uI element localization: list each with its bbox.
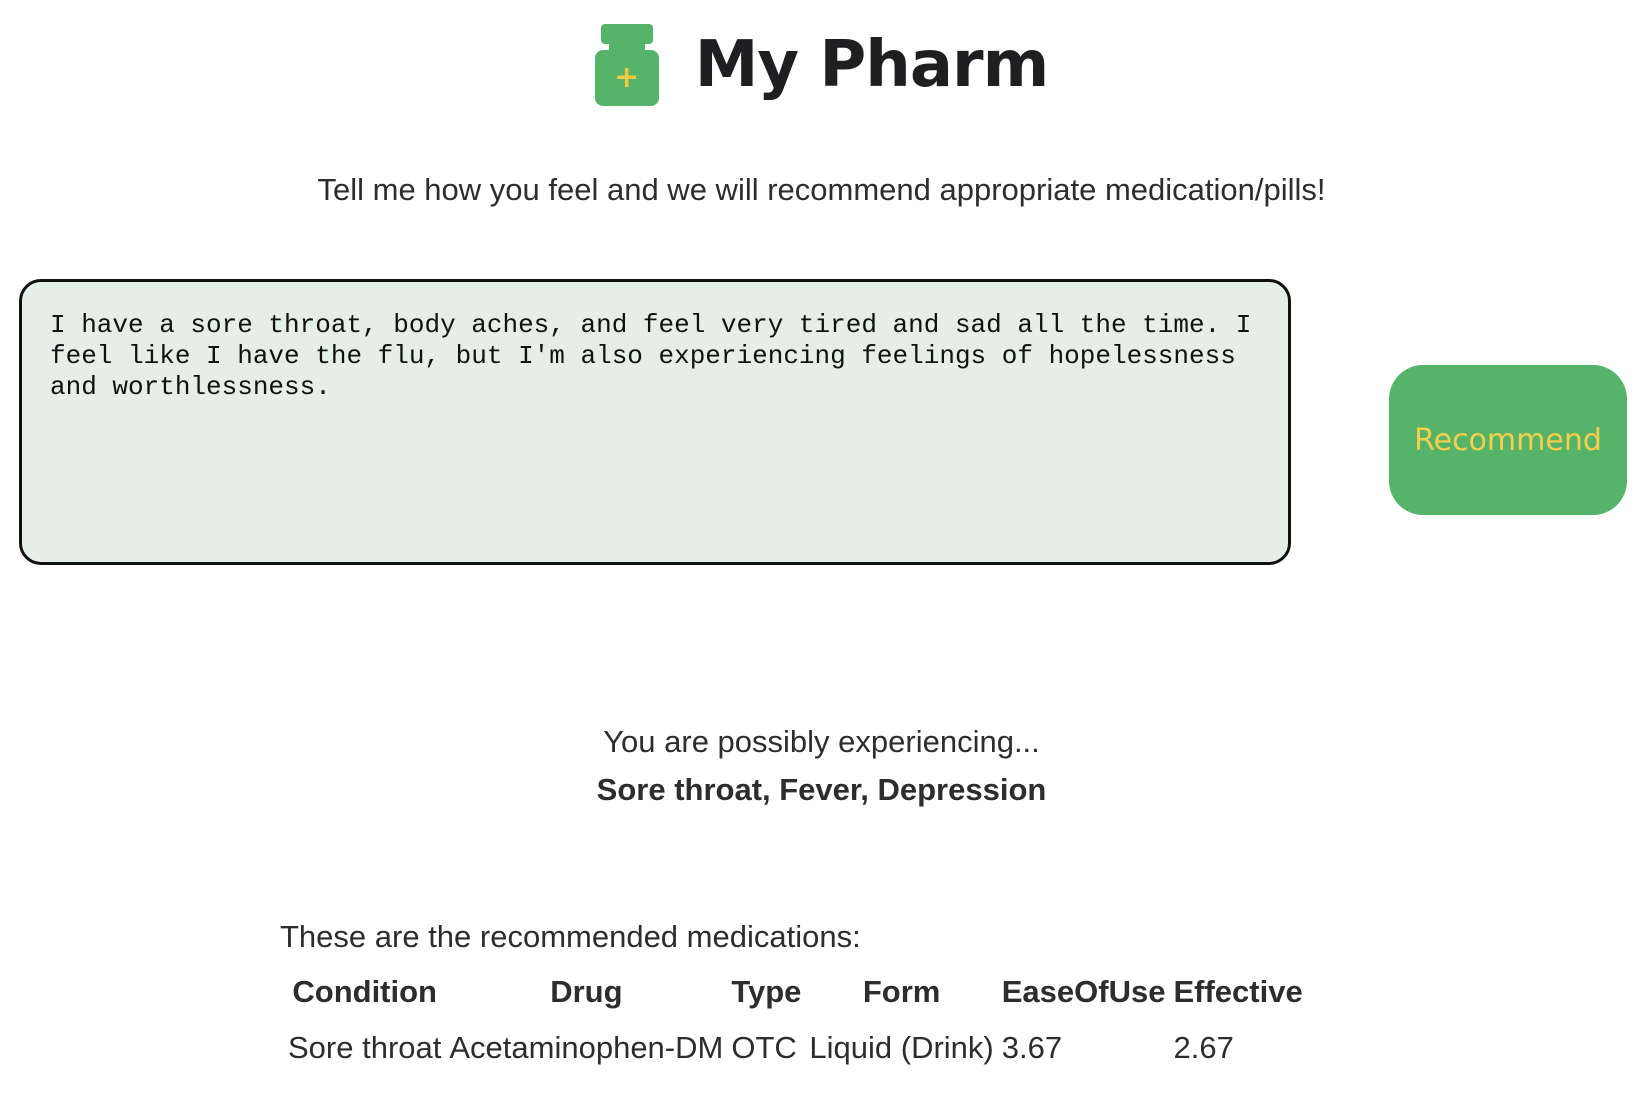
cell-ease-of-use: 3.67: [1001, 1030, 1063, 1065]
page-subtitle: Tell me how you feel and we will recomme…: [317, 172, 1326, 207]
column-header-drug: Drug: [550, 974, 623, 1009]
column-header-type: Type: [731, 974, 802, 1009]
table-row: Sore throat Acetaminophen-DM OTC Liquid …: [284, 1024, 1307, 1072]
recommendations-table: Condition Drug Type Form EaseOfUse Effec…: [284, 970, 1307, 1072]
cell-drug: Acetaminophen-DM: [449, 1030, 724, 1065]
column-header-form: Form: [862, 974, 941, 1009]
medicine-bottle-icon: +: [594, 24, 659, 106]
column-header-condition: Condition: [292, 974, 437, 1009]
column-header-ease-of-use: EaseOfUse: [1001, 974, 1166, 1009]
cell-type: OTC: [731, 1030, 797, 1065]
app-title: My Pharm: [694, 28, 1050, 102]
recommendations-intro: These are the recommended medications:: [280, 919, 861, 954]
cell-form: Liquid (Drink): [809, 1030, 994, 1065]
cell-effective: 2.67: [1173, 1030, 1234, 1065]
table-header-row: Condition Drug Type Form EaseOfUse Effec…: [284, 970, 1307, 1024]
header: + My Pharm: [0, 24, 1643, 106]
page: + My Pharm Tell me how you feel and we w…: [0, 0, 1643, 1101]
symptom-input[interactable]: [19, 279, 1291, 565]
diagnosis-intro: You are possibly experiencing...: [603, 724, 1040, 759]
diagnosis-conditions: Sore throat, Fever, Depression: [596, 772, 1047, 807]
recommend-button[interactable]: Recommend: [1389, 365, 1627, 515]
cell-condition: Sore throat: [288, 1030, 442, 1065]
column-header-effective: Effective: [1173, 974, 1303, 1009]
